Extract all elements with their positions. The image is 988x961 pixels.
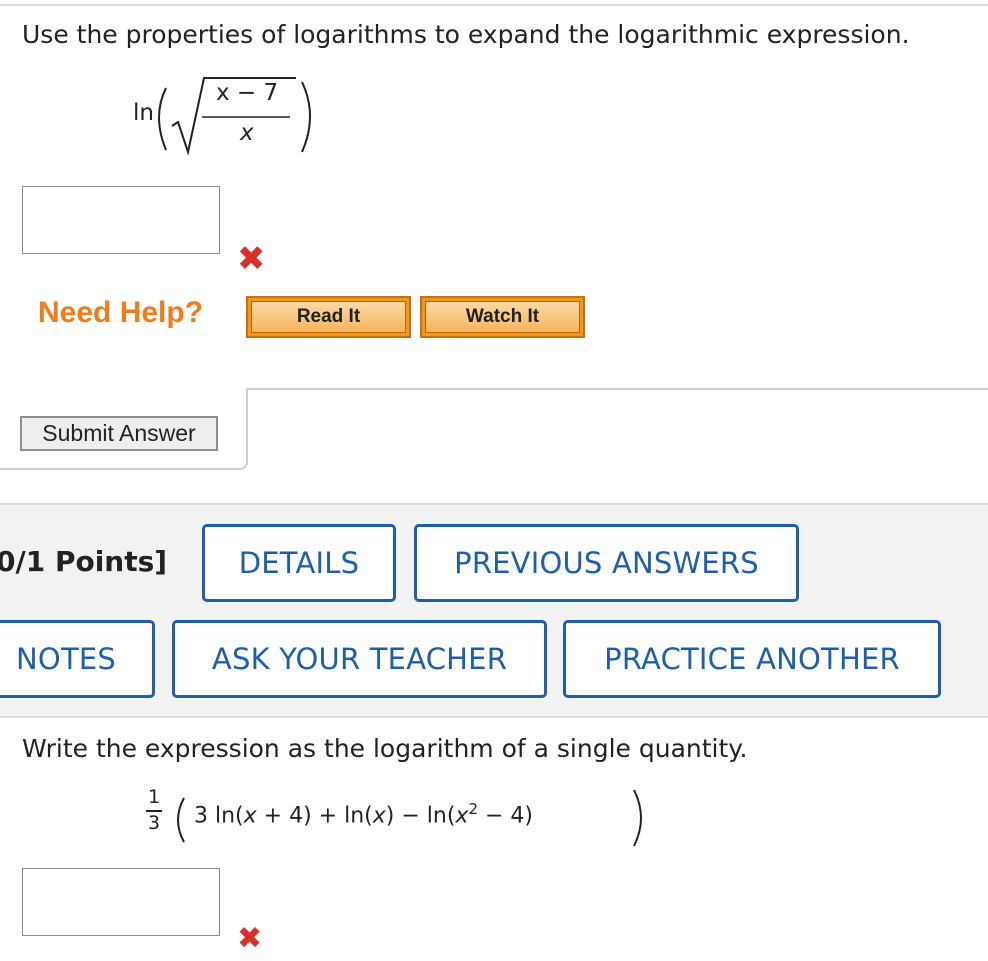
fraction-numerator: x − 7 — [216, 80, 279, 106]
submit-answer-button[interactable]: Submit Answer — [20, 416, 218, 451]
expr-part-2: + 4) + ln( — [256, 803, 373, 829]
question-1-prompt: Use the properties of logarithms to expa… — [22, 20, 910, 49]
incorrect-x-mark-icon: ✖ — [237, 239, 266, 279]
read-it-button[interactable]: Read It — [246, 296, 411, 338]
question-2-expression: 1 3 3 ln(x + 4) + ln(x) − ln(x2 − 4) — [140, 786, 660, 850]
incorrect-x-mark-icon-2: ✖ — [237, 921, 263, 956]
header-top-divider — [0, 503, 988, 505]
notes-button[interactable]: NOTES — [0, 620, 155, 698]
read-it-label: Read It — [251, 301, 406, 333]
answer-input-1[interactable] — [22, 186, 220, 254]
question-2-prompt: Write the expression as the logarithm of… — [22, 734, 748, 763]
header-bottom-divider — [0, 716, 988, 718]
expr-var-1: x — [243, 803, 257, 829]
details-button[interactable]: DETAILS — [202, 524, 396, 602]
watch-it-button[interactable]: Watch It — [420, 296, 585, 338]
expr-part-1: 3 ln( — [194, 803, 244, 829]
question-1-expression: ln x − 7 x — [130, 72, 330, 162]
previous-answers-button[interactable]: PREVIOUS ANSWERS — [414, 524, 799, 602]
expr-part-4: − 4) — [478, 803, 533, 829]
notes-label: NOTES — [16, 642, 116, 676]
need-help-label: Need Help? — [38, 296, 204, 329]
top-divider — [0, 4, 988, 6]
feedback-frame — [248, 388, 988, 390]
expression-body: 3 ln(x + 4) + ln(x) − ln(x2 − 4) — [194, 800, 533, 828]
expr-var-2: x — [372, 803, 386, 829]
expr-part-3: ) − ln( — [385, 803, 456, 829]
watch-it-label: Watch It — [425, 301, 580, 333]
expr-exponent: 2 — [468, 800, 478, 818]
fraction-denominator: x — [240, 120, 254, 146]
points-label: 0/1 Points] — [0, 545, 168, 578]
answer-input-2[interactable] — [22, 868, 220, 936]
ask-your-teacher-button[interactable]: ASK YOUR TEACHER — [172, 620, 547, 698]
expr-var-3: x — [455, 803, 469, 829]
practice-another-button[interactable]: PRACTICE ANOTHER — [563, 620, 941, 698]
